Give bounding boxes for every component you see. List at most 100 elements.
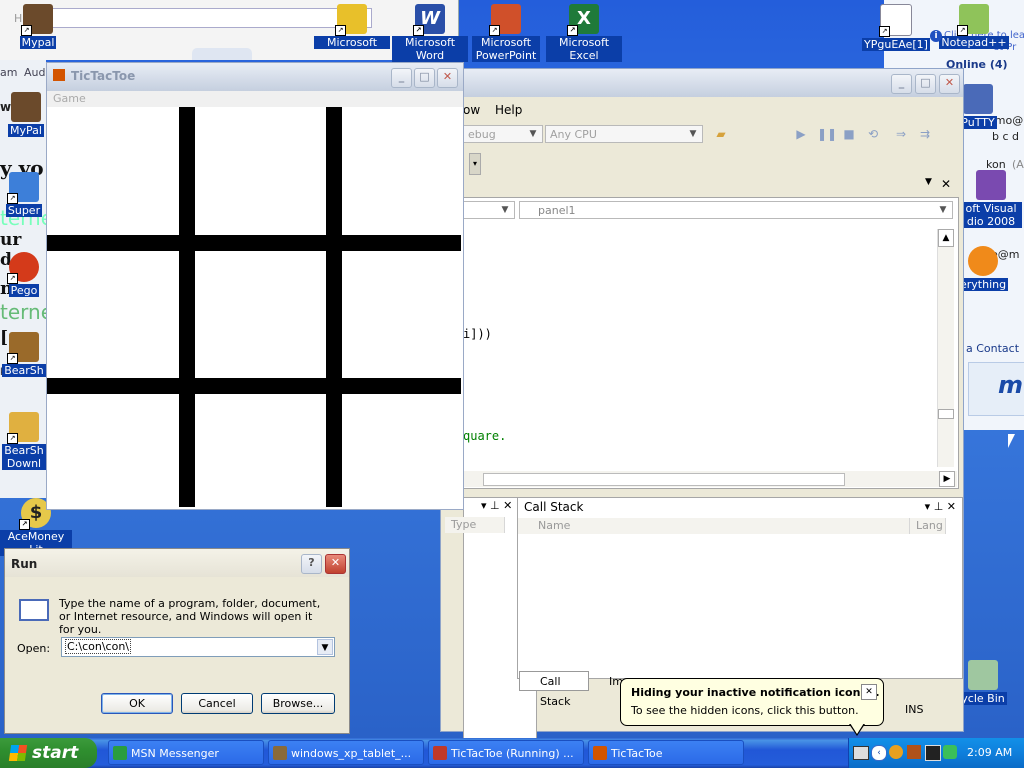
desktop-icon-excel[interactable]: X ↗ Microsoft Excel — [546, 4, 622, 62]
tictactoe-maximize-button[interactable]: □ — [414, 68, 435, 88]
run-open-label: Open: — [17, 642, 51, 655]
tictactoe-board[interactable] — [47, 107, 461, 507]
chevron-down-icon[interactable]: ▼ — [317, 639, 333, 655]
tictactoe-menubar: Game — [47, 91, 463, 107]
vs-document-dropdown-icon[interactable]: ▼ — [925, 177, 932, 187]
bg-text-aud: Aud — [24, 66, 46, 79]
chevron-down-icon: ▼ — [529, 129, 537, 139]
scroll-up-icon[interactable]: ▲ — [938, 229, 954, 247]
vs-bottom-tab-call-stack[interactable]: Call Stack — [519, 671, 589, 708]
run-open-combobox[interactable]: C:\con\con\ ▼ — [61, 637, 335, 657]
balloon-text: To see the hidden icons, click this butt… — [631, 704, 859, 717]
grid-line-horizontal-1 — [47, 235, 461, 251]
vs-configuration-select[interactable]: ebug ▼ — [463, 125, 543, 143]
run-close-button[interactable]: ✕ — [325, 554, 346, 574]
bg-messenger-ad: m — [968, 362, 1024, 416]
hscroll-thumb[interactable] — [483, 473, 845, 486]
toolbar-overflow-icon[interactable]: ▾ — [469, 153, 481, 175]
tray-clock[interactable]: 2:09 AM — [967, 746, 1012, 759]
tictactoe-minimize-button[interactable]: _ — [391, 68, 412, 88]
taskbar: start MSN Messenger windows_xp_tablet_..… — [0, 738, 1024, 768]
tictactoe-app-icon — [53, 69, 65, 81]
start-button[interactable]: start — [0, 738, 97, 768]
balloon-pointer-fill — [850, 723, 864, 734]
run-browse-button[interactable]: Browse... — [261, 693, 335, 714]
desktop-icon-outlook[interactable]: ↗ Microsoft Outlook — [314, 4, 390, 52]
callstack-col-lang[interactable]: Lang — [910, 518, 946, 534]
open-folder-icon[interactable]: ▰ — [713, 126, 729, 142]
vs-menu-help[interactable]: Help — [495, 103, 522, 117]
run-open-input[interactable]: C:\con\con\ — [64, 639, 132, 654]
super-icon: ↗ — [7, 172, 39, 204]
chevron-down-icon: ▼ — [501, 205, 509, 215]
visual-studio-window: _ □ ✕ ow Help ebug ▼ Any CPU ▼ ▰ ▶ ❚❚ ■ ⟲ … — [440, 68, 964, 745]
everything-icon — [968, 246, 998, 276]
tray-app-icon-2[interactable] — [907, 745, 921, 759]
desktop-icon-visual-studio[interactable]: oft Visual dio 2008 — [958, 170, 1024, 228]
powerpoint-icon: ↗ — [489, 4, 521, 36]
vs-code-editor[interactable] — [463, 197, 959, 489]
taskbar-button-image[interactable]: windows_xp_tablet_... — [268, 740, 424, 765]
callstack-window-controls[interactable]: ▾ ⊥ ✕ — [925, 500, 956, 513]
locals-pin-icon[interactable]: ▾ ⊥ ✕ — [481, 499, 512, 512]
desktop-icon-word[interactable]: W ↗ Microsoft Word — [392, 4, 468, 62]
show-hidden-icons-chevron-icon[interactable]: ‹ — [871, 745, 887, 761]
vs-type-select[interactable]: ▼ — [463, 201, 515, 219]
desktop-icon-recycle-bin[interactable]: ycle Bin — [958, 660, 1008, 705]
run-title-bar: Run ? ✕ — [5, 549, 349, 577]
desktop-icon-putty[interactable]: PuTTY — [958, 84, 998, 129]
tictactoe-icon — [593, 746, 607, 760]
tictactoe-window: TicTacToe _ □ ✕ Game — [46, 62, 464, 510]
vs-close-button[interactable]: ✕ — [939, 74, 960, 94]
vs-document-close-icon[interactable]: ✕ — [941, 177, 951, 191]
bg-messenger-ad-letter: m — [997, 371, 1023, 399]
recycle-bin-icon — [968, 660, 998, 690]
tray-app-icon-3[interactable] — [925, 745, 941, 761]
taskbar-button-tictactoe[interactable]: TicTacToe — [588, 740, 744, 765]
keyboard-icon[interactable] — [853, 746, 869, 760]
tictactoe-close-button[interactable]: ✕ — [437, 68, 458, 88]
tictactoe-title-bar: TicTacToe _ □ ✕ — [47, 63, 463, 91]
step-over-icon[interactable]: ⇉ — [917, 126, 933, 142]
desktop-icon-notepadpp[interactable]: ↗ Notepad++ — [936, 4, 1012, 49]
desktop-icon-everything[interactable]: erything — [958, 246, 1009, 291]
taskbar-button-msn[interactable]: MSN Messenger — [108, 740, 264, 765]
tray-app-icon-1[interactable] — [889, 745, 903, 759]
pego-icon: ↗ — [7, 252, 39, 284]
run-program-icon — [19, 599, 49, 621]
run-ok-button[interactable]: OK — [101, 693, 173, 714]
notification-balloon[interactable]: Hiding your inactive notification icons.… — [620, 678, 884, 736]
vs-platform-select[interactable]: Any CPU ▼ — [545, 125, 703, 143]
scroll-thumb[interactable] — [938, 409, 954, 419]
balloon-title: Hiding your inactive notification icons.… — [631, 686, 880, 699]
play-icon[interactable]: ▶ — [793, 126, 809, 142]
step-icon[interactable]: ⇒ — [893, 126, 909, 142]
pause-icon[interactable]: ❚❚ — [817, 126, 837, 142]
run-dialog: Run ? ✕ Type the name of a program, fold… — [4, 548, 350, 734]
scroll-right-icon[interactable]: ▶ — [939, 471, 955, 487]
info-icon: i — [930, 30, 942, 42]
restart-icon[interactable]: ⟲ — [865, 126, 881, 142]
bg-tab — [192, 48, 252, 60]
callstack-col-name[interactable]: Name — [518, 518, 910, 534]
vs-minimize-button[interactable]: _ — [891, 74, 912, 94]
vs-horizontal-scrollbar[interactable]: ▶ — [463, 471, 957, 487]
run-cancel-button[interactable]: Cancel — [181, 693, 253, 714]
balloon-close-icon[interactable]: ✕ — [861, 684, 877, 700]
desktop-icon-ypgueae[interactable]: ↗ YPguEAe[1] — [858, 4, 934, 51]
locals-col-type[interactable]: Type — [445, 517, 505, 533]
desktop-icon-powerpoint[interactable]: ↗ Microsoft PowerPoint — [468, 4, 544, 62]
taskbar-button-vs-running[interactable]: TicTacToe (Running) ... — [428, 740, 584, 765]
mypal-icon: ↗ — [21, 4, 53, 36]
vs-vertical-scrollbar[interactable]: ▲ — [937, 229, 954, 467]
tray-msn-icon[interactable] — [943, 745, 957, 759]
run-description: Type the name of a program, folder, docu… — [59, 597, 321, 636]
desktop-icon-mypal[interactable]: ↗ Mypal — [0, 4, 76, 49]
menu-game[interactable]: Game — [53, 92, 86, 105]
vs-member-select[interactable]: panel1 ▼ — [519, 201, 953, 219]
run-help-button[interactable]: ? — [301, 554, 322, 574]
vs-menu-window[interactable]: ow — [463, 103, 480, 117]
vs-maximize-button[interactable]: □ — [915, 74, 936, 94]
code-line-1: i])) — [463, 327, 492, 341]
stop-icon[interactable]: ■ — [841, 126, 857, 142]
